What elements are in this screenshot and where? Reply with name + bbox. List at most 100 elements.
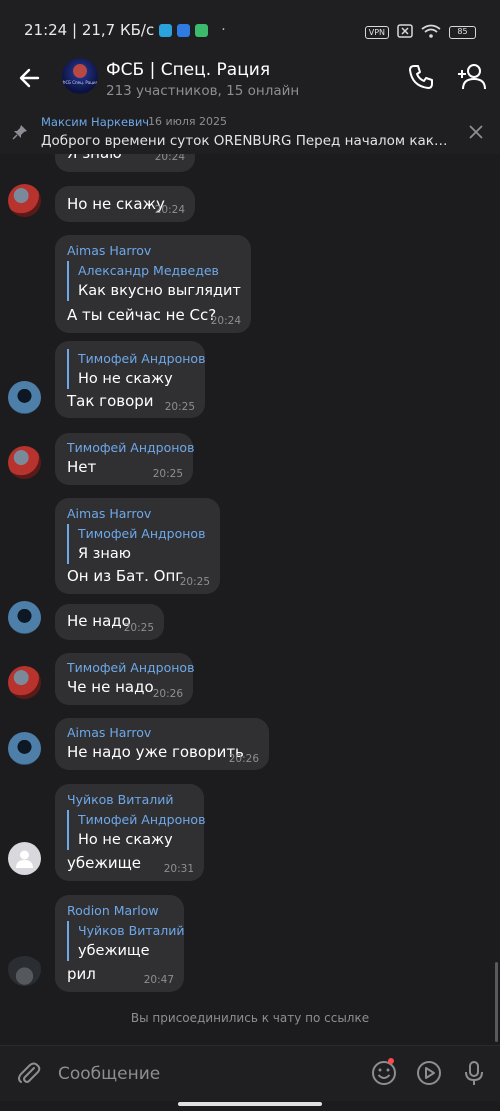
message-author: Тимофей Андронов bbox=[67, 660, 195, 675]
message-input[interactable] bbox=[58, 1058, 358, 1090]
quote-text: Я знаю bbox=[78, 546, 131, 562]
quote-author: Александр Медведев bbox=[78, 263, 219, 278]
message-author: Aimas Harrov bbox=[67, 506, 152, 521]
pinned-author: Максим Наркевич bbox=[41, 115, 150, 129]
chat-title[interactable]: ФСБ | Спец. Рация bbox=[106, 60, 270, 80]
status-time-speed: 21:24 | 21,7 КБ/с bbox=[24, 21, 155, 39]
reply-quote[interactable]: Тимофей Андронов Но не скажу bbox=[67, 810, 205, 850]
app-notification-icon bbox=[195, 23, 209, 37]
status-bar: 21:24 | 21,7 КБ/с · VPN 85 bbox=[0, 0, 500, 58]
group-avatar[interactable]: ФСБ Спец. Рация bbox=[62, 58, 98, 94]
quote-text: Но не скажу bbox=[78, 832, 173, 848]
attach-icon[interactable] bbox=[16, 1060, 42, 1086]
call-icon[interactable] bbox=[406, 62, 436, 92]
wifi-icon bbox=[421, 23, 441, 42]
message-time: 20:24 bbox=[154, 204, 185, 216]
message-bubble[interactable]: Aimas Harrov Тимофей Андронов Я знаю Он … bbox=[55, 498, 220, 594]
message-time: 20:24 bbox=[154, 154, 185, 163]
message-bubble[interactable]: Чуйков Виталий Тимофей Андронов Но не ск… bbox=[55, 784, 205, 881]
message-text: Не надо уже говорить bbox=[67, 743, 244, 761]
quote-text: Но не скажу bbox=[78, 371, 173, 387]
home-indicator[interactable] bbox=[178, 1102, 322, 1106]
avatar[interactable] bbox=[8, 446, 41, 479]
status-left: 21:24 | 21,7 КБ/с · bbox=[24, 21, 226, 39]
chat-header: ФСБ Спец. Рация ФСБ | Спец. Рация 213 уч… bbox=[0, 58, 500, 114]
vpn-icon: VPN bbox=[364, 26, 389, 39]
quote-text: Как вкусно выглядит bbox=[78, 283, 241, 299]
message-time: 20:26 bbox=[228, 753, 259, 765]
message-time: 20:25 bbox=[164, 401, 195, 413]
battery-icon: 85 bbox=[449, 26, 476, 39]
message-bubble[interactable]: Но не скажу 20:24 bbox=[55, 186, 195, 222]
quote-author: Тимофей Андронов bbox=[78, 351, 206, 366]
avatar[interactable] bbox=[8, 601, 41, 634]
vk-notification-icon bbox=[177, 23, 191, 37]
message-list[interactable]: Я знаю 20:24 Но не скажу 20:24 Aimas Har… bbox=[0, 154, 500, 1045]
message-author: Rodion Marlow bbox=[67, 903, 159, 918]
chat-subtitle: 213 участников, 15 онлайн bbox=[106, 83, 300, 99]
message-text: Я знаю bbox=[67, 154, 122, 162]
microphone-icon[interactable] bbox=[460, 1059, 488, 1087]
group-emblem-icon bbox=[73, 64, 87, 78]
pinned-text: Доброго времени суток ORENBURG Перед нач… bbox=[41, 133, 451, 149]
pinned-date: 16 июля 2025 bbox=[148, 115, 228, 128]
back-arrow-icon[interactable] bbox=[16, 64, 44, 92]
quote-author: Чуйков Виталий bbox=[78, 923, 185, 938]
close-icon[interactable] bbox=[468, 124, 484, 140]
message-text: Нет bbox=[67, 458, 97, 476]
avatar[interactable] bbox=[8, 732, 41, 765]
message-time: 20:31 bbox=[163, 863, 194, 875]
emoji-icon[interactable] bbox=[370, 1059, 398, 1087]
message-time: 20:25 bbox=[123, 622, 154, 634]
message-author: Чуйков Виталий bbox=[67, 792, 174, 807]
message-author: Тимофей Андронов bbox=[67, 440, 195, 455]
avatar[interactable] bbox=[8, 842, 41, 875]
message-bubble[interactable]: Aimas Harrov Александр Медведев Как вкус… bbox=[55, 235, 251, 333]
message-bubble[interactable]: Не надо 20:25 bbox=[55, 604, 164, 640]
message-time: 20:25 bbox=[152, 468, 183, 480]
avatar[interactable] bbox=[8, 953, 41, 986]
message-text: Че не надо bbox=[67, 678, 154, 696]
message-bubble[interactable]: Aimas Harrov Не надо уже говорить 20:26 bbox=[55, 718, 269, 770]
message-text: рил bbox=[67, 965, 96, 983]
message-text: Он из Бат. Опг bbox=[67, 567, 184, 585]
message-bubble[interactable]: Тимофей Андронов Но не скажу Так говори … bbox=[55, 341, 205, 418]
message-text: убежище bbox=[67, 854, 141, 872]
message-text: Не надо bbox=[67, 612, 131, 630]
message-time: 20:25 bbox=[179, 576, 210, 588]
reply-quote[interactable]: Тимофей Андронов Я знаю bbox=[67, 524, 205, 564]
message-bubble[interactable]: Я знаю 20:24 bbox=[55, 154, 195, 172]
avatar[interactable] bbox=[8, 184, 41, 217]
add-member-icon[interactable] bbox=[456, 62, 486, 92]
message-bubble[interactable]: Rodion Marlow Чуйков Виталий убежище рил… bbox=[55, 895, 185, 992]
pin-icon bbox=[12, 124, 28, 140]
no-sim-icon bbox=[397, 23, 413, 42]
quote-author: Тимофей Андронов bbox=[78, 526, 206, 541]
pinned-message[interactable]: Максим Наркевич 16 июля 2025 Доброго вре… bbox=[0, 114, 500, 154]
avatar[interactable] bbox=[8, 666, 41, 699]
notification-dot bbox=[388, 1058, 394, 1064]
group-avatar-text: ФСБ Спец. Рация bbox=[62, 80, 98, 85]
system-message: Вы присоединились к чату по ссылке bbox=[130, 1011, 370, 1025]
message-text: Но не скажу bbox=[67, 195, 165, 213]
reply-quote[interactable]: Тимофей Андронов Но не скажу bbox=[67, 349, 205, 389]
video-message-icon[interactable] bbox=[415, 1059, 443, 1087]
scrollbar[interactable] bbox=[495, 962, 498, 1042]
more-notifications-icon: · bbox=[221, 22, 226, 38]
message-time: 20:47 bbox=[143, 974, 174, 986]
telegram-notification-icon bbox=[159, 23, 173, 37]
reply-quote[interactable]: Чуйков Виталий убежище bbox=[67, 921, 185, 961]
status-right: VPN 85 bbox=[364, 23, 476, 42]
message-bubble[interactable]: Тимофей Андронов Нет 20:25 bbox=[55, 433, 195, 485]
message-time: 20:26 bbox=[152, 688, 183, 700]
message-author: Aimas Harrov bbox=[67, 725, 152, 740]
avatar[interactable] bbox=[8, 381, 41, 414]
quote-author: Тимофей Андронов bbox=[78, 812, 206, 827]
message-composer bbox=[0, 1045, 500, 1101]
message-author: Aimas Harrov bbox=[67, 243, 152, 258]
quote-text: убежище bbox=[78, 943, 150, 959]
reply-quote[interactable]: Александр Медведев Как вкусно выглядит bbox=[67, 261, 241, 301]
message-text: Так говори bbox=[67, 392, 154, 410]
message-bubble[interactable]: Тимофей Андронов Че не надо 20:26 bbox=[55, 653, 195, 705]
message-text: А ты сейчас не Сс? bbox=[67, 306, 217, 324]
